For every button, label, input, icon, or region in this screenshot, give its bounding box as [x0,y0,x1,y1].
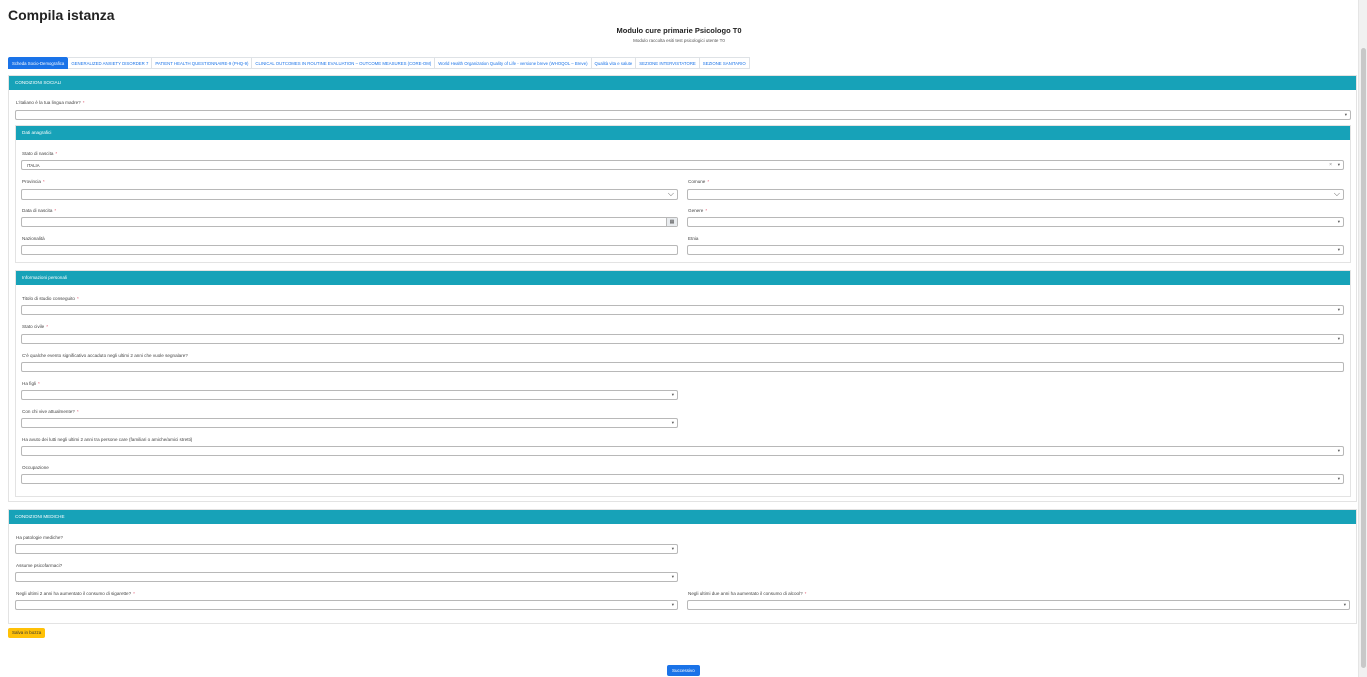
personal-info-header: Informazioni personali [16,271,1350,285]
occupazione-select[interactable]: ▾ [21,474,1344,484]
chevron-down-icon: ⌵ [667,189,674,198]
tab-sanitario[interactable]: SEZIONE SANITARIO [699,57,750,69]
tab-intervistatore[interactable]: SEZIONE INTERVISTATORE [636,57,700,69]
tab-whoqol[interactable]: World Health Organization Quality of Lif… [435,57,592,69]
vive-label: Con chi vive attualmente? * [22,409,79,414]
caret-down-icon: ▾ [1337,162,1340,167]
etnia-select[interactable]: ▾ [687,245,1344,255]
caret-down-icon: ▾ [1337,336,1340,341]
tab-qualita-vita[interactable]: Qualità vita e salute [591,57,637,69]
figli-label: Ha figli * [22,381,40,386]
save-draft-button[interactable]: Salva in bozza [8,628,46,638]
stato-civile-select[interactable]: ▾ [21,334,1344,344]
sigarette-select[interactable]: ▾ [15,600,678,610]
tab-core-om[interactable]: CLINICAL OUTCOMES IN ROUTINE EVALUATION … [252,57,436,69]
titolo-studio-select[interactable]: ▾ [21,305,1344,315]
stato-nascita-label: Stato di nascita * [22,151,58,156]
caret-down-icon: ▾ [1337,476,1340,481]
caret-down-icon: ▾ [1337,307,1340,312]
evento-input[interactable] [21,362,1344,372]
vive-select[interactable]: ▾ [21,418,678,428]
comune-label: Comune * [688,179,710,184]
titolo-studio-label: Titolo di studio conseguito * [22,296,79,301]
form-title: Modulo cure primarie Psicologo T0 [616,26,742,35]
required-mark: * [82,100,85,105]
data-nascita-input[interactable]: ▦ [21,217,678,227]
caret-down-icon: ▾ [1337,219,1340,224]
lutti-select[interactable]: ▾ [21,446,1344,456]
tab-phq9[interactable]: PATIENT HEALTH QUESTIONNAIRE-9 (PHQ-9) [152,57,253,69]
medical-conditions-header: CONDIZIONI MEDICHE [9,510,1356,524]
provincia-select[interactable]: ⌵ [21,189,678,200]
calendar-icon[interactable]: ▦ [666,218,677,226]
caret-down-icon: ▾ [1343,602,1346,607]
etnia-label: Etnia [688,236,699,241]
stato-civile-label: Stato civile * [22,324,49,329]
occupazione-label: Occupazione [22,465,49,470]
comune-select[interactable]: ⌵ [687,189,1344,200]
lutti-label: Ha avuto dei lutti negli ultimi 2 anni t… [22,437,193,442]
patologie-label: Ha patologie mediche? [16,535,63,540]
stato-nascita-value: ITALIA [27,163,40,168]
evento-label: C'è qualche evento significativo accadut… [22,353,188,358]
chevron-down-icon: ⌵ [1333,189,1340,198]
form-subtitle: Modulo raccolta esiti test psicologici u… [633,38,725,43]
psicofarmaci-label: Assume psicofarmaci? [16,563,63,568]
next-button[interactable]: Successivo [667,665,700,676]
personal-data-header: Dati anagrafici [16,126,1350,140]
patologie-select[interactable]: ▾ [15,544,678,554]
caret-down-icon: ▾ [1337,247,1340,252]
caret-down-icon: ▾ [671,420,674,425]
alcool-select[interactable]: ▾ [687,600,1350,610]
caret-down-icon: ▾ [671,392,674,397]
lingua-label: L'italiano è la tua lingua madre? * [16,100,85,105]
page-title: Compila istanza [8,7,115,23]
caret-down-icon: ▾ [671,546,674,551]
form-tabs: Scheda Socio-Demografica GENERALIZED ANX… [8,57,750,69]
sigarette-label: Negli ultimi 2 anni ha aumentato il cons… [16,591,135,596]
clear-icon[interactable]: × [1329,162,1332,168]
genere-select[interactable]: ▾ [687,217,1344,227]
page-scrollbar[interactable] [1358,0,1367,677]
lingua-select[interactable]: ▾ [15,110,1351,120]
tab-gad7[interactable]: GENERALIZED ANXIETY DISORDER 7 [68,57,153,69]
scrollbar-thumb[interactable] [1361,48,1366,668]
alcool-label: Negli ultimi due anni ha aumentato il co… [688,591,807,596]
figli-select[interactable]: ▾ [21,390,678,400]
psicofarmaci-select[interactable]: ▾ [15,572,678,582]
caret-down-icon: ▾ [1337,448,1340,453]
tab-socio-demografica[interactable]: Scheda Socio-Demografica [8,57,69,69]
caret-down-icon: ▾ [671,574,674,579]
data-nascita-label: Data di nascita * [22,208,57,213]
stato-nascita-select[interactable]: ITALIA × ▾ [21,160,1344,170]
provincia-label: Provincia * [22,179,45,184]
social-conditions-header: CONDIZIONI SOCIALI [9,76,1356,90]
nazionalita-label: Nazionalità [22,236,45,241]
nazionalita-input[interactable] [21,245,678,255]
genere-label: Genere * [688,208,708,213]
caret-down-icon: ▾ [1344,112,1347,117]
caret-down-icon: ▾ [671,602,674,607]
